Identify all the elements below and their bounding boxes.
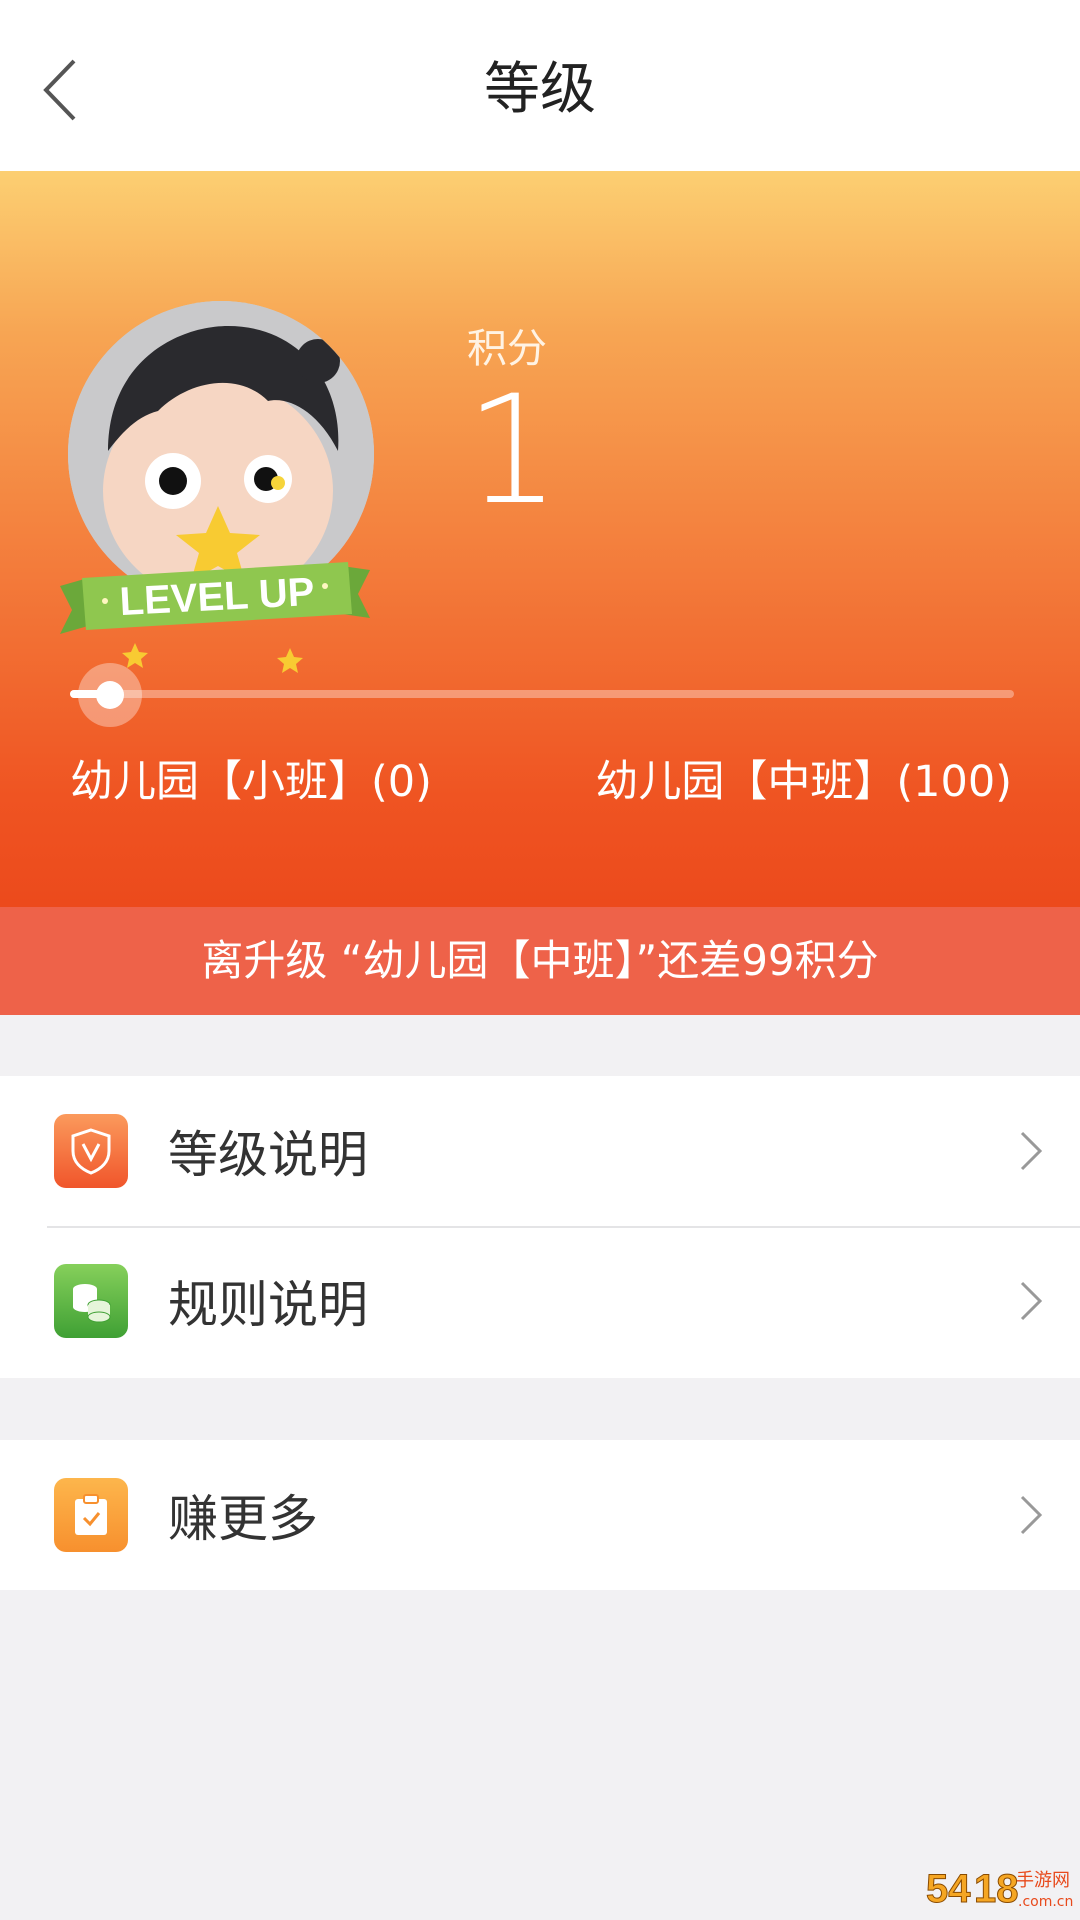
- menu-group-earn: 赚更多: [0, 1440, 1080, 1590]
- menu-item-earn-more[interactable]: 赚更多: [0, 1440, 1080, 1590]
- clipboard-check-icon: [54, 1478, 128, 1552]
- svg-text:18: 18: [974, 1867, 1019, 1911]
- level-card: LEVEL UP 积分 1 幼儿园【小班】(0) 幼儿园【中班】(100): [0, 171, 1080, 907]
- next-level-label: 幼儿园【中班】(100): [595, 757, 1012, 807]
- page-title: 等级: [484, 57, 596, 122]
- shield-v-icon: [54, 1114, 128, 1188]
- menu-item-label: 赚更多: [168, 1490, 318, 1548]
- chevron-right-icon: [1020, 1495, 1043, 1535]
- chevron-right-icon: [1020, 1131, 1043, 1171]
- navigation-bar: 等级: [0, 0, 1080, 171]
- svg-text:54: 54: [926, 1867, 971, 1911]
- menu-item-rule-description[interactable]: 规则说明: [0, 1226, 1080, 1376]
- current-level-label: 幼儿园【小班】(0): [70, 757, 432, 807]
- upgrade-notice: 离升级 “幼儿园【中班】”还差99积分: [0, 907, 1080, 1015]
- menu-item-label: 规则说明: [168, 1276, 368, 1334]
- menu-group-info: 等级说明 规则说明: [0, 1076, 1080, 1378]
- star-icon: [277, 648, 303, 673]
- coins-icon: [54, 1264, 128, 1338]
- menu-item-level-description[interactable]: 等级说明: [0, 1076, 1080, 1226]
- chevron-right-icon: [1020, 1281, 1043, 1321]
- score-value: 1: [465, 364, 561, 538]
- watermark-logo: 54 18 手游网 .com.cn: [926, 1867, 1074, 1912]
- svg-text:.com.cn: .com.cn: [1018, 1894, 1073, 1910]
- level-up-ribbon: LEVEL UP: [60, 562, 370, 634]
- progress-knob: [78, 663, 142, 727]
- svg-text:手游网: 手游网: [1016, 1870, 1070, 1891]
- avatar-badge: LEVEL UP: [60, 301, 380, 673]
- menu-item-label: 等级说明: [168, 1126, 368, 1184]
- level-progress-bar: [70, 690, 1014, 698]
